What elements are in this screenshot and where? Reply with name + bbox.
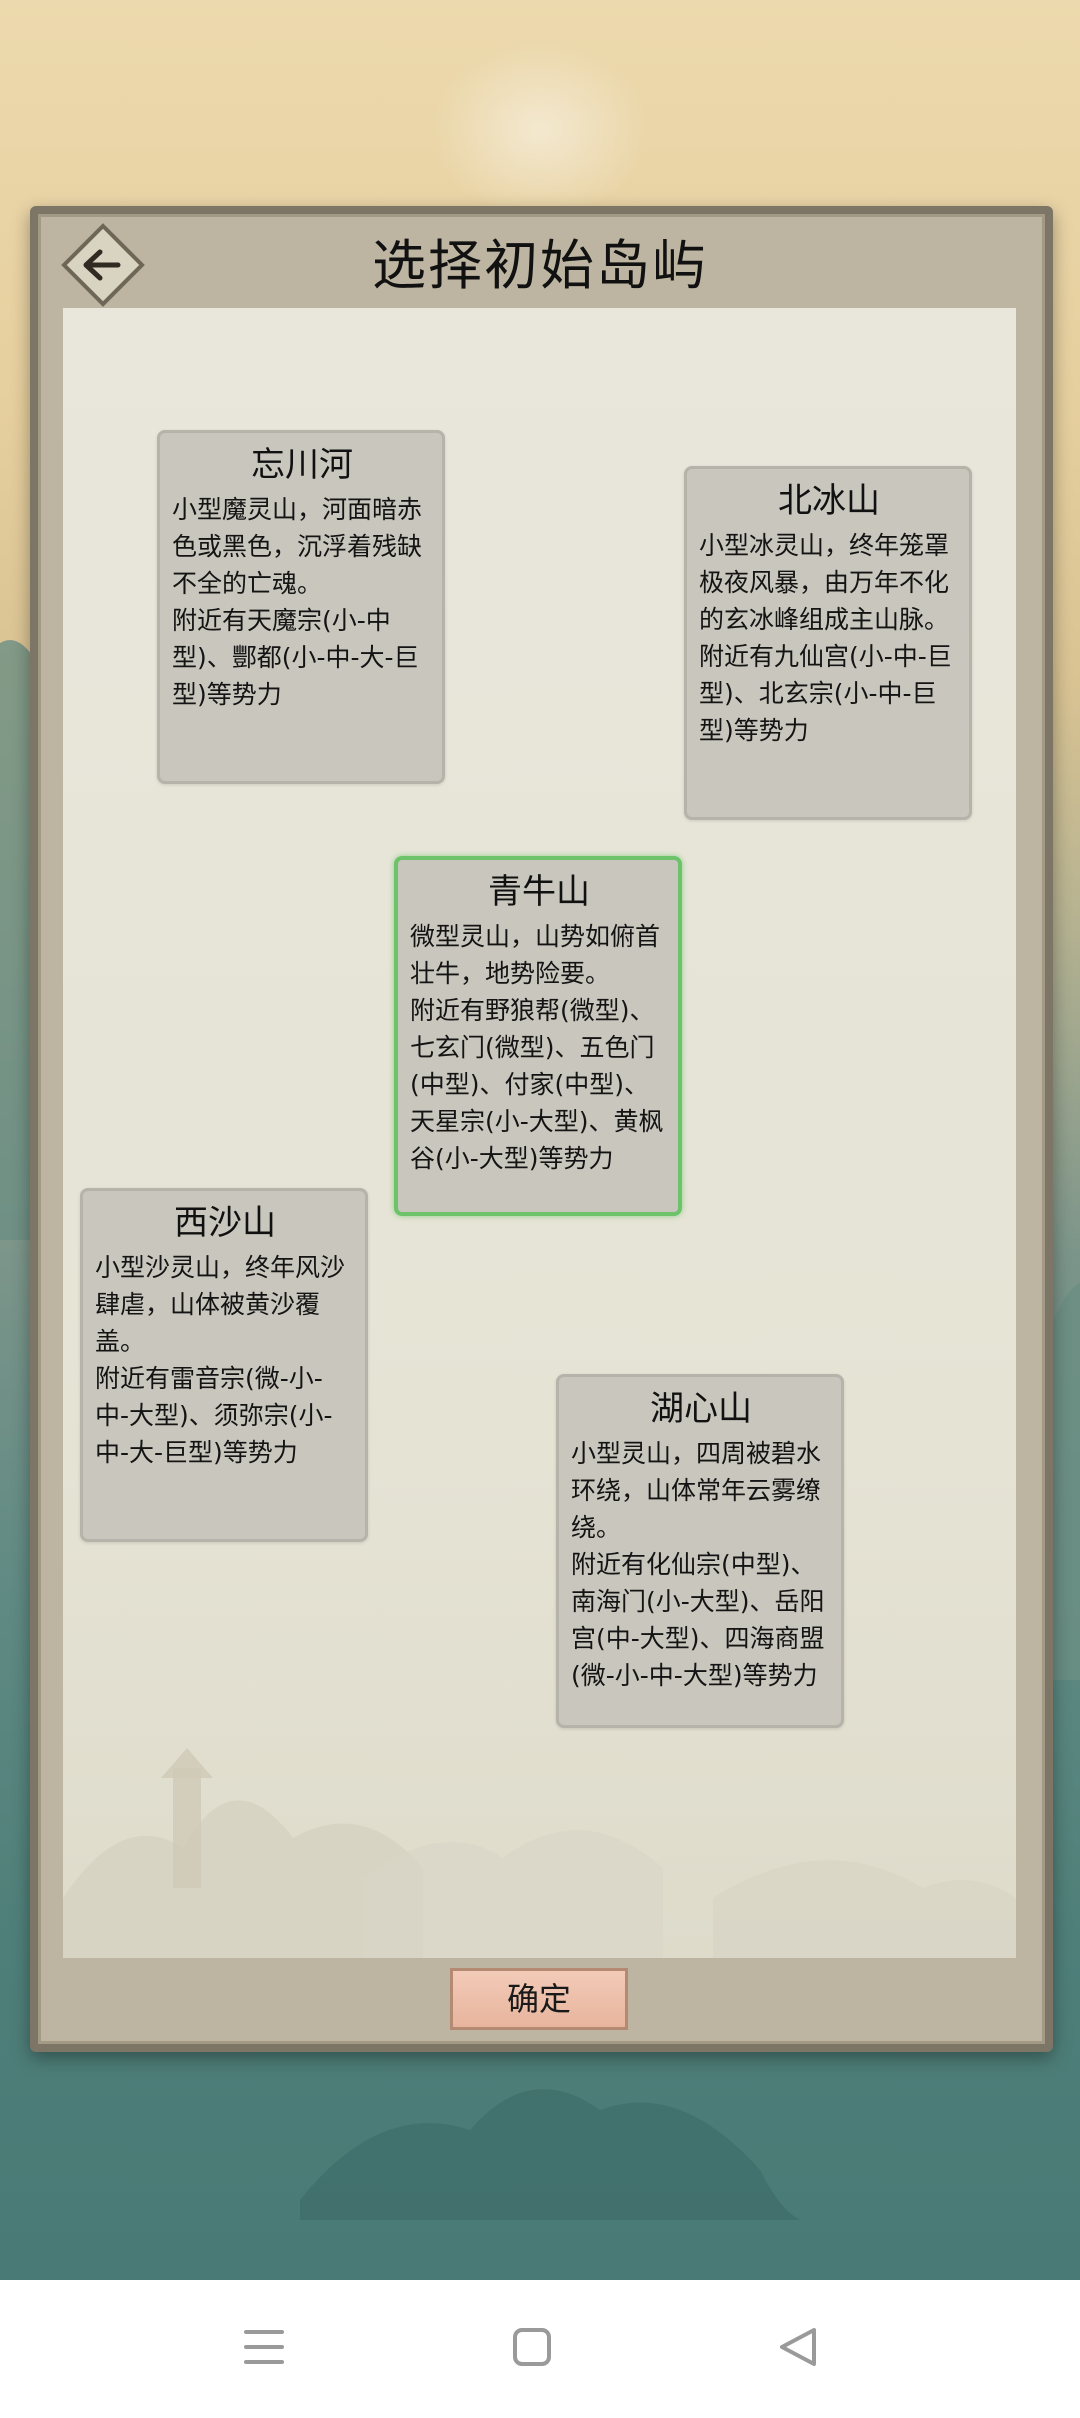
island-description: 小型魔灵山，河面暗赤色或黑色，沉浮着残缺不全的亡魂。 xyxy=(172,495,423,598)
island-factions: 附近有九仙宫(小-中-巨型)、北玄宗(小-中-巨型)等势力 xyxy=(699,642,952,745)
island-description: 小型灵山，四周被碧水环绕，山体常年云雾缭绕。 xyxy=(571,1439,822,1542)
menu-icon xyxy=(244,2330,284,2364)
home-square-icon xyxy=(513,2328,551,2366)
island-description: 微型灵山，山势如俯首壮牛，地势险要。 xyxy=(410,922,661,988)
back-button[interactable] xyxy=(60,222,146,308)
island-factions: 附近有野狼帮(微型)、七玄门(微型)、五色门(中型)、付家(中型)、天星宗(小-… xyxy=(410,996,664,1173)
island-description: 小型沙灵山，终年风沙肆虐，山体被黄沙覆盖。 xyxy=(95,1253,346,1356)
background-island-silhouette xyxy=(300,2089,800,2220)
paper-hills-decoration xyxy=(63,1748,1016,1958)
island-card-beibing[interactable]: 北冰山 小型冰灵山，终年笼罩极夜风暴，由万年不化的玄冰峰组成主山脉。 附近有九仙… xyxy=(684,466,972,820)
island-name: 北冰山 xyxy=(778,481,880,521)
island-factions: 附近有天魔宗(小-中型)、酆都(小-中-大-巨型)等势力 xyxy=(172,606,419,709)
page-title: 选择初始岛屿 xyxy=(372,234,708,297)
island-name: 湖心山 xyxy=(650,1389,752,1429)
island-card-xisha[interactable]: 西沙山 小型沙灵山，终年风沙肆虐，山体被黄沙覆盖。 附近有雷音宗(微-小-中-大… xyxy=(80,1188,368,1542)
system-navigation-bar xyxy=(0,2280,1080,2414)
back-triangle-icon xyxy=(780,2328,816,2366)
island-factions: 附近有雷音宗(微-小-中-大型)、须弥宗(小-中-大-巨型)等势力 xyxy=(95,1364,333,1467)
nav-back-button[interactable] xyxy=(738,2280,858,2414)
island-card-qingniu[interactable]: 青牛山 微型灵山，山势如俯首壮牛，地势险要。 附近有野狼帮(微型)、七玄门(微型… xyxy=(394,856,682,1216)
island-name: 青牛山 xyxy=(488,872,590,912)
island-description: 小型冰灵山，终年笼罩极夜风暴，由万年不化的玄冰峰组成主山脉。 xyxy=(699,531,950,634)
background-mist xyxy=(430,40,650,220)
island-factions: 附近有化仙宗(中型)、南海门(小-大型)、岳阳宫(中-大型)、四海商盟(微-小-… xyxy=(571,1550,825,1690)
nav-menu-button[interactable] xyxy=(204,2280,324,2414)
nav-home-button[interactable] xyxy=(472,2280,592,2414)
island-name: 西沙山 xyxy=(174,1203,276,1243)
confirm-button[interactable]: 确定 xyxy=(450,1968,628,2030)
back-arrow-icon xyxy=(61,223,145,307)
island-card-wangchuan[interactable]: 忘川河 小型魔灵山，河面暗赤色或黑色，沉浮着残缺不全的亡魂。 附近有天魔宗(小-… xyxy=(157,430,445,784)
island-name: 忘川河 xyxy=(251,445,353,485)
island-card-huxin[interactable]: 湖心山 小型灵山，四周被碧水环绕，山体常年云雾缭绕。 附近有化仙宗(中型)、南海… xyxy=(556,1374,844,1728)
